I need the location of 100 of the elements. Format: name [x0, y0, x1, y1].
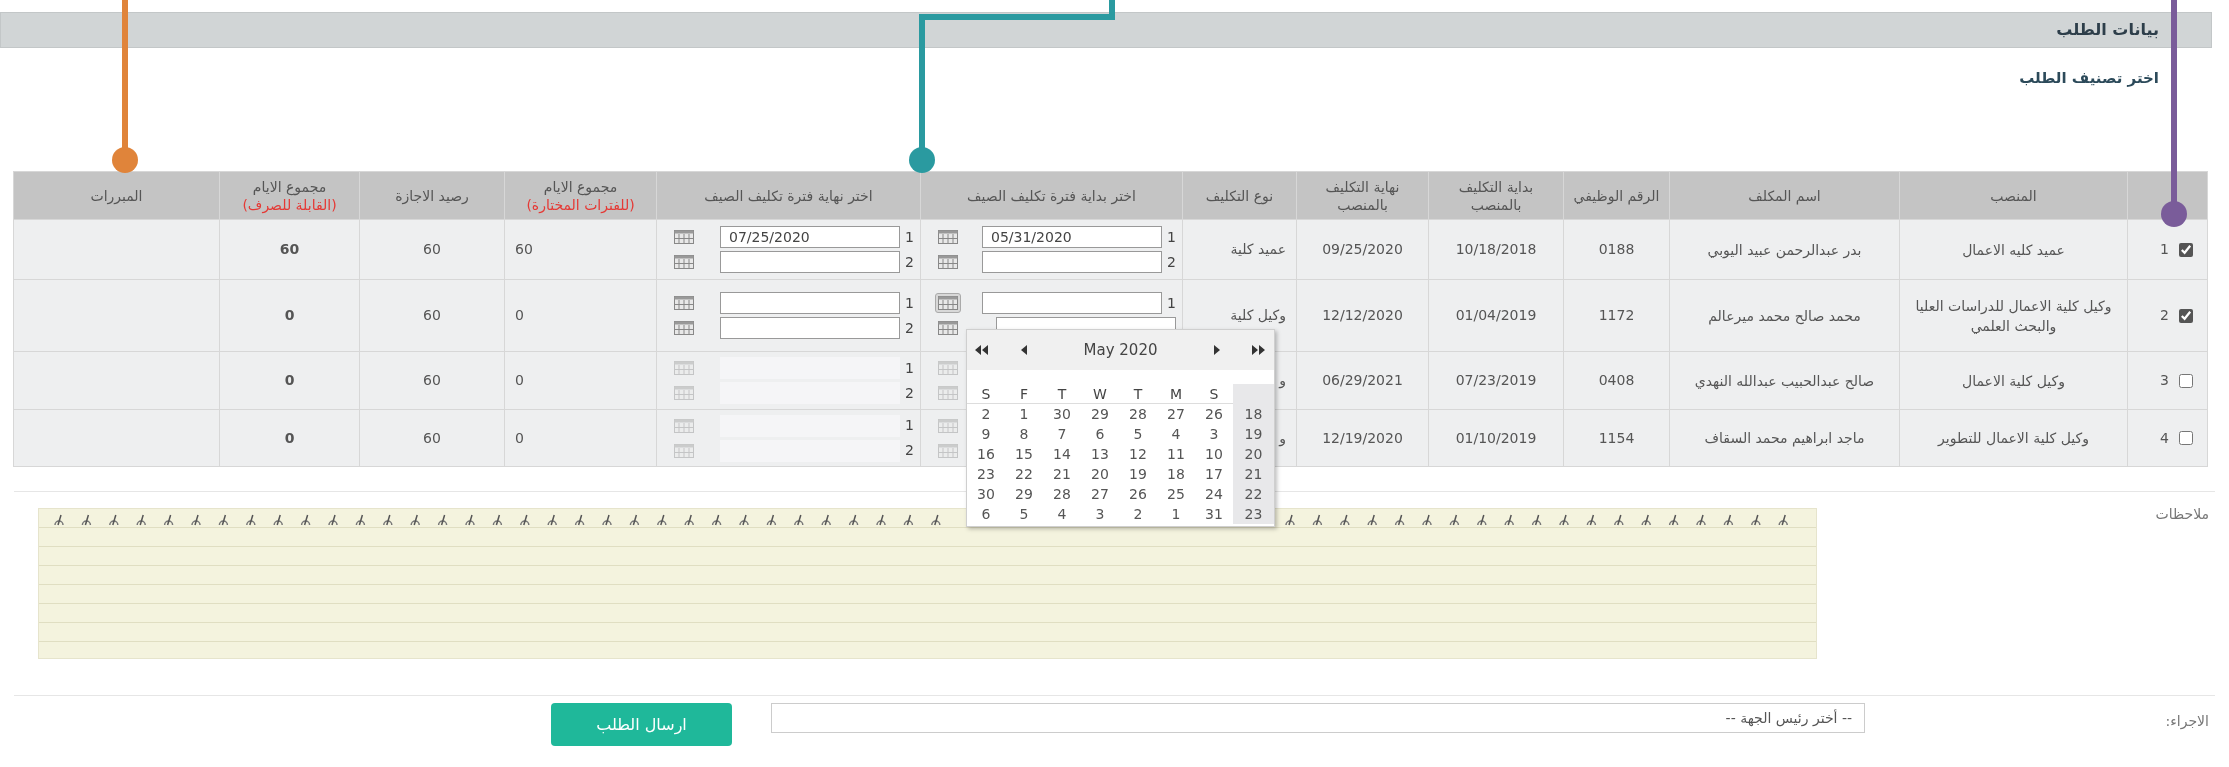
double-right-arrow-icon[interactable] [1252, 345, 1266, 355]
date-field[interactable] [720, 251, 900, 273]
week-number: 19 [1243, 424, 1264, 444]
table-cell: ماجد ابراهيم محمد السقاف [1669, 409, 1900, 467]
calendar-icon [938, 296, 958, 310]
calendar-day[interactable]: 24 [1195, 483, 1233, 505]
calendar-day[interactable]: 13 [1081, 443, 1119, 465]
row-number: 2 [2160, 306, 2169, 325]
date-field[interactable] [720, 292, 900, 314]
calendar-day[interactable]: 22 [1005, 463, 1043, 485]
week-number: 22 [1243, 484, 1264, 504]
table-cell: 0188 [1563, 219, 1670, 280]
table-cell: بدر عبدالرحمن عبيد اليوبي [1669, 219, 1900, 280]
select-field[interactable]: -- أختر رئيس الجهة -- [771, 703, 1865, 733]
period-number: 1 [1166, 293, 1176, 313]
calendar-day[interactable]: 28 [1119, 403, 1157, 425]
calendar-day[interactable]: 2 [967, 403, 1005, 425]
period-number: 1 [904, 227, 914, 247]
calendar-icon [674, 418, 694, 433]
table-cell: 0 [219, 351, 360, 410]
calendar-button[interactable] [935, 227, 961, 247]
table-cell: 60 [504, 219, 657, 280]
table-cell: 01/04/2019 [1428, 279, 1564, 352]
date-field[interactable] [982, 292, 1162, 314]
calendar-icon [674, 386, 694, 400]
date-field[interactable]: 07/25/2020 [720, 226, 900, 248]
calendar-day[interactable]: 15 [1005, 443, 1043, 465]
calendar-day[interactable]: 6 [967, 503, 1005, 525]
calendar-day[interactable]: 5 [1005, 503, 1043, 525]
column-header: اختر بداية فترة تكليف الصيف [920, 171, 1183, 220]
calendar-day[interactable]: 3 [1081, 503, 1119, 525]
calendar-day[interactable]: 2 [1119, 503, 1157, 525]
section-title: بيانات الطلب [2056, 19, 2159, 41]
column-header: بداية التكليف بالمنصب [1428, 171, 1564, 220]
calendar-day[interactable]: 7 [1043, 423, 1081, 445]
calendar-icon [938, 386, 958, 400]
column-header: نهاية التكليف بالمنصب [1296, 171, 1429, 220]
calendar-day[interactable]: 6 [1081, 423, 1119, 445]
table-cell: 60 [359, 279, 505, 352]
calendar-day[interactable]: 8 [1005, 423, 1043, 445]
calendar-day[interactable]: 31 [1195, 503, 1233, 525]
calendar-day[interactable]: 29 [1005, 483, 1043, 505]
column-header: رصيد الاجازة [359, 171, 505, 220]
table-cell: 12/19/2020 [1296, 409, 1429, 467]
calendar-day[interactable]: 25 [1157, 483, 1195, 505]
calendar-day[interactable]: 27 [1081, 483, 1119, 505]
calendar-icon [938, 443, 958, 458]
action-label: الاجراء: [2165, 713, 2209, 729]
calendar-day[interactable]: 12 [1119, 443, 1157, 465]
calendar-button[interactable] [671, 318, 697, 338]
calendar-day[interactable]: 5 [1119, 423, 1157, 445]
calendar-day[interactable]: 10 [1195, 443, 1233, 465]
date-field[interactable]: 05/31/2020 [982, 226, 1162, 248]
table-cell: 60 [359, 351, 505, 410]
calendar-day[interactable]: 16 [967, 443, 1005, 465]
table-cell: محمد صالح محمد ميرعالم [1669, 279, 1900, 352]
table-cell: 12/12/2020 [1296, 279, 1429, 352]
period-number: 2 [1166, 252, 1176, 272]
notes-field[interactable] [38, 508, 1817, 659]
table-cell: 60 [359, 219, 505, 280]
date-field[interactable] [720, 317, 900, 339]
calendar-day[interactable]: 30 [1043, 403, 1081, 425]
table-cell: 01/10/2019 [1428, 409, 1564, 467]
calendar-icon [938, 361, 958, 375]
calendar-button[interactable] [671, 293, 697, 313]
calendar-icon [674, 443, 694, 458]
calendar-day[interactable]: 20 [1081, 463, 1119, 485]
calendar-button[interactable] [671, 252, 697, 272]
calendar-day[interactable]: 3 [1195, 423, 1233, 445]
calendar-button[interactable] [935, 318, 961, 338]
date-field[interactable] [982, 251, 1162, 273]
calendar-day[interactable]: 23 [967, 463, 1005, 485]
calendar-day[interactable]: 9 [967, 423, 1005, 445]
table-cell: 60 [359, 409, 505, 467]
calendar-icon [674, 296, 694, 310]
calendar-button[interactable] [671, 227, 697, 247]
calendar-day[interactable]: 1 [1157, 503, 1195, 525]
calendar-day[interactable]: 19 [1119, 463, 1157, 485]
double-left-arrow-icon[interactable] [975, 345, 989, 355]
table-cell: 1172 [1563, 279, 1670, 352]
table-cell: 0 [219, 279, 360, 352]
table-cell: صالح عبدالحبيب عبدالله النهدي [1669, 351, 1900, 410]
calendar-icon [938, 230, 958, 244]
week-number: 21 [1243, 464, 1264, 484]
row-checkbox[interactable] [2179, 308, 2193, 323]
table-cell: 0 [504, 351, 657, 410]
calendar-day[interactable]: 29 [1081, 403, 1119, 425]
calendar-day[interactable]: 26 [1119, 483, 1157, 505]
table-cell: 06/29/2021 [1296, 351, 1429, 410]
calendar-button[interactable] [935, 252, 961, 272]
calendar-day[interactable]: 14 [1043, 443, 1081, 465]
calendar-day[interactable]: 1 [1005, 403, 1043, 425]
table-cell: 09/25/2020 [1296, 219, 1429, 280]
calendar-day[interactable]: 4 [1043, 503, 1081, 525]
row-checkbox[interactable] [2179, 242, 2193, 257]
calendar-day[interactable]: 21 [1043, 463, 1081, 485]
calendar-day[interactable]: 28 [1043, 483, 1081, 505]
table-cell: عميد كليه الاعمال [1899, 219, 2128, 280]
calendar-button[interactable] [935, 293, 961, 313]
calendar-day[interactable]: 30 [967, 483, 1005, 505]
